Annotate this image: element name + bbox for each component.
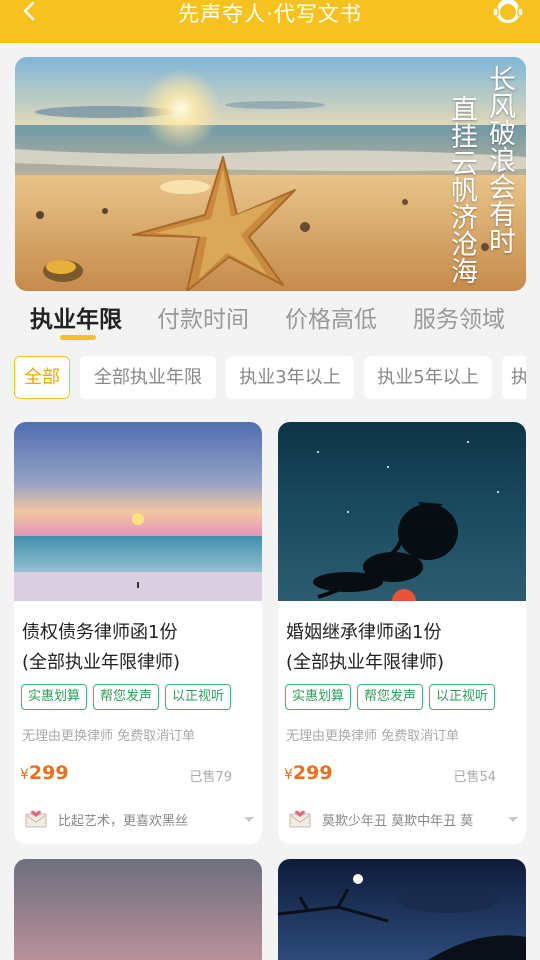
night-tree-image <box>278 422 526 601</box>
tag: 以正视听 <box>165 684 231 710</box>
product-card[interactable]: 债权债务律师函1份 (全部执业年限律师) 实惠划算 帮您发声 以正视听 无理由更… <box>14 422 262 844</box>
promo-banner[interactable]: 长风破浪会有时 直挂云帆济沧海 <box>15 57 526 291</box>
tab-price[interactable]: 价格高低 <box>285 300 377 334</box>
service-note: 无理由更换律师 免费取消订单 <box>286 729 460 744</box>
dropdown-caret-icon[interactable] <box>508 817 518 822</box>
poem-line-1: 长风破浪会有时 <box>484 65 515 254</box>
chip-3-years[interactable]: 执业3年以上 <box>226 356 354 399</box>
app-header: 先声夺人·代写文书 <box>0 0 540 43</box>
tag: 帮您发声 <box>357 684 423 710</box>
tag: 实惠划算 <box>285 684 351 710</box>
product-card[interactable] <box>278 859 526 960</box>
tag: 以正视听 <box>429 684 495 710</box>
active-tab-indicator <box>60 335 96 340</box>
seller-name: 莫欺少年丑 莫欺中年丑 莫 <box>322 814 474 829</box>
love-letter-icon <box>289 810 311 828</box>
chip-all[interactable]: 全部 <box>14 356 70 399</box>
customer-service-icon[interactable] <box>490 0 526 28</box>
service-note: 无理由更换律师 免费取消订单 <box>22 729 196 744</box>
tab-service-area[interactable]: 服务领域 <box>413 300 505 334</box>
chip-5-years[interactable]: 执业5年以上 <box>364 356 492 399</box>
product-card[interactable] <box>14 859 262 960</box>
filter-chips: 全部 全部执业年限 执业3年以上 执业5年以上 执 <box>14 356 526 400</box>
dropdown-caret-icon[interactable] <box>244 817 254 822</box>
dusk-sky-image <box>14 859 262 960</box>
price: ¥299 <box>20 762 69 784</box>
sort-tabs: 执业年限 付款时间 价格高低 服务领域 <box>0 300 540 344</box>
tab-payment-time[interactable]: 付款时间 <box>157 300 249 334</box>
poem-line-2: 直挂云帆济沧海 <box>446 95 477 284</box>
tab-practice-years[interactable]: 执业年限 <box>30 300 122 334</box>
love-letter-icon <box>25 810 47 828</box>
sold-count: 已售79 <box>189 770 232 785</box>
sunset-sea-image <box>14 422 262 601</box>
product-card[interactable]: 婚姻继承律师函1份 (全部执业年限律师) 实惠划算 帮您发声 以正视听 无理由更… <box>278 422 526 844</box>
tag: 帮您发声 <box>93 684 159 710</box>
moonlit-branch-image <box>278 859 526 960</box>
product-title: 婚姻继承律师函1份 (全部执业年限律师) <box>286 622 445 673</box>
chip-more[interactable]: 执 <box>502 356 526 399</box>
product-title: 债权债务律师函1份 (全部执业年限律师) <box>22 622 181 673</box>
chip-all-years[interactable]: 全部执业年限 <box>80 356 216 399</box>
price: ¥299 <box>284 762 333 784</box>
seller-name: 比起艺术，更喜欢黑丝 <box>58 814 189 829</box>
sold-count: 已售54 <box>453 770 496 785</box>
page-title: 先声夺人·代写文书 <box>178 2 362 26</box>
tag: 实惠划算 <box>21 684 87 710</box>
